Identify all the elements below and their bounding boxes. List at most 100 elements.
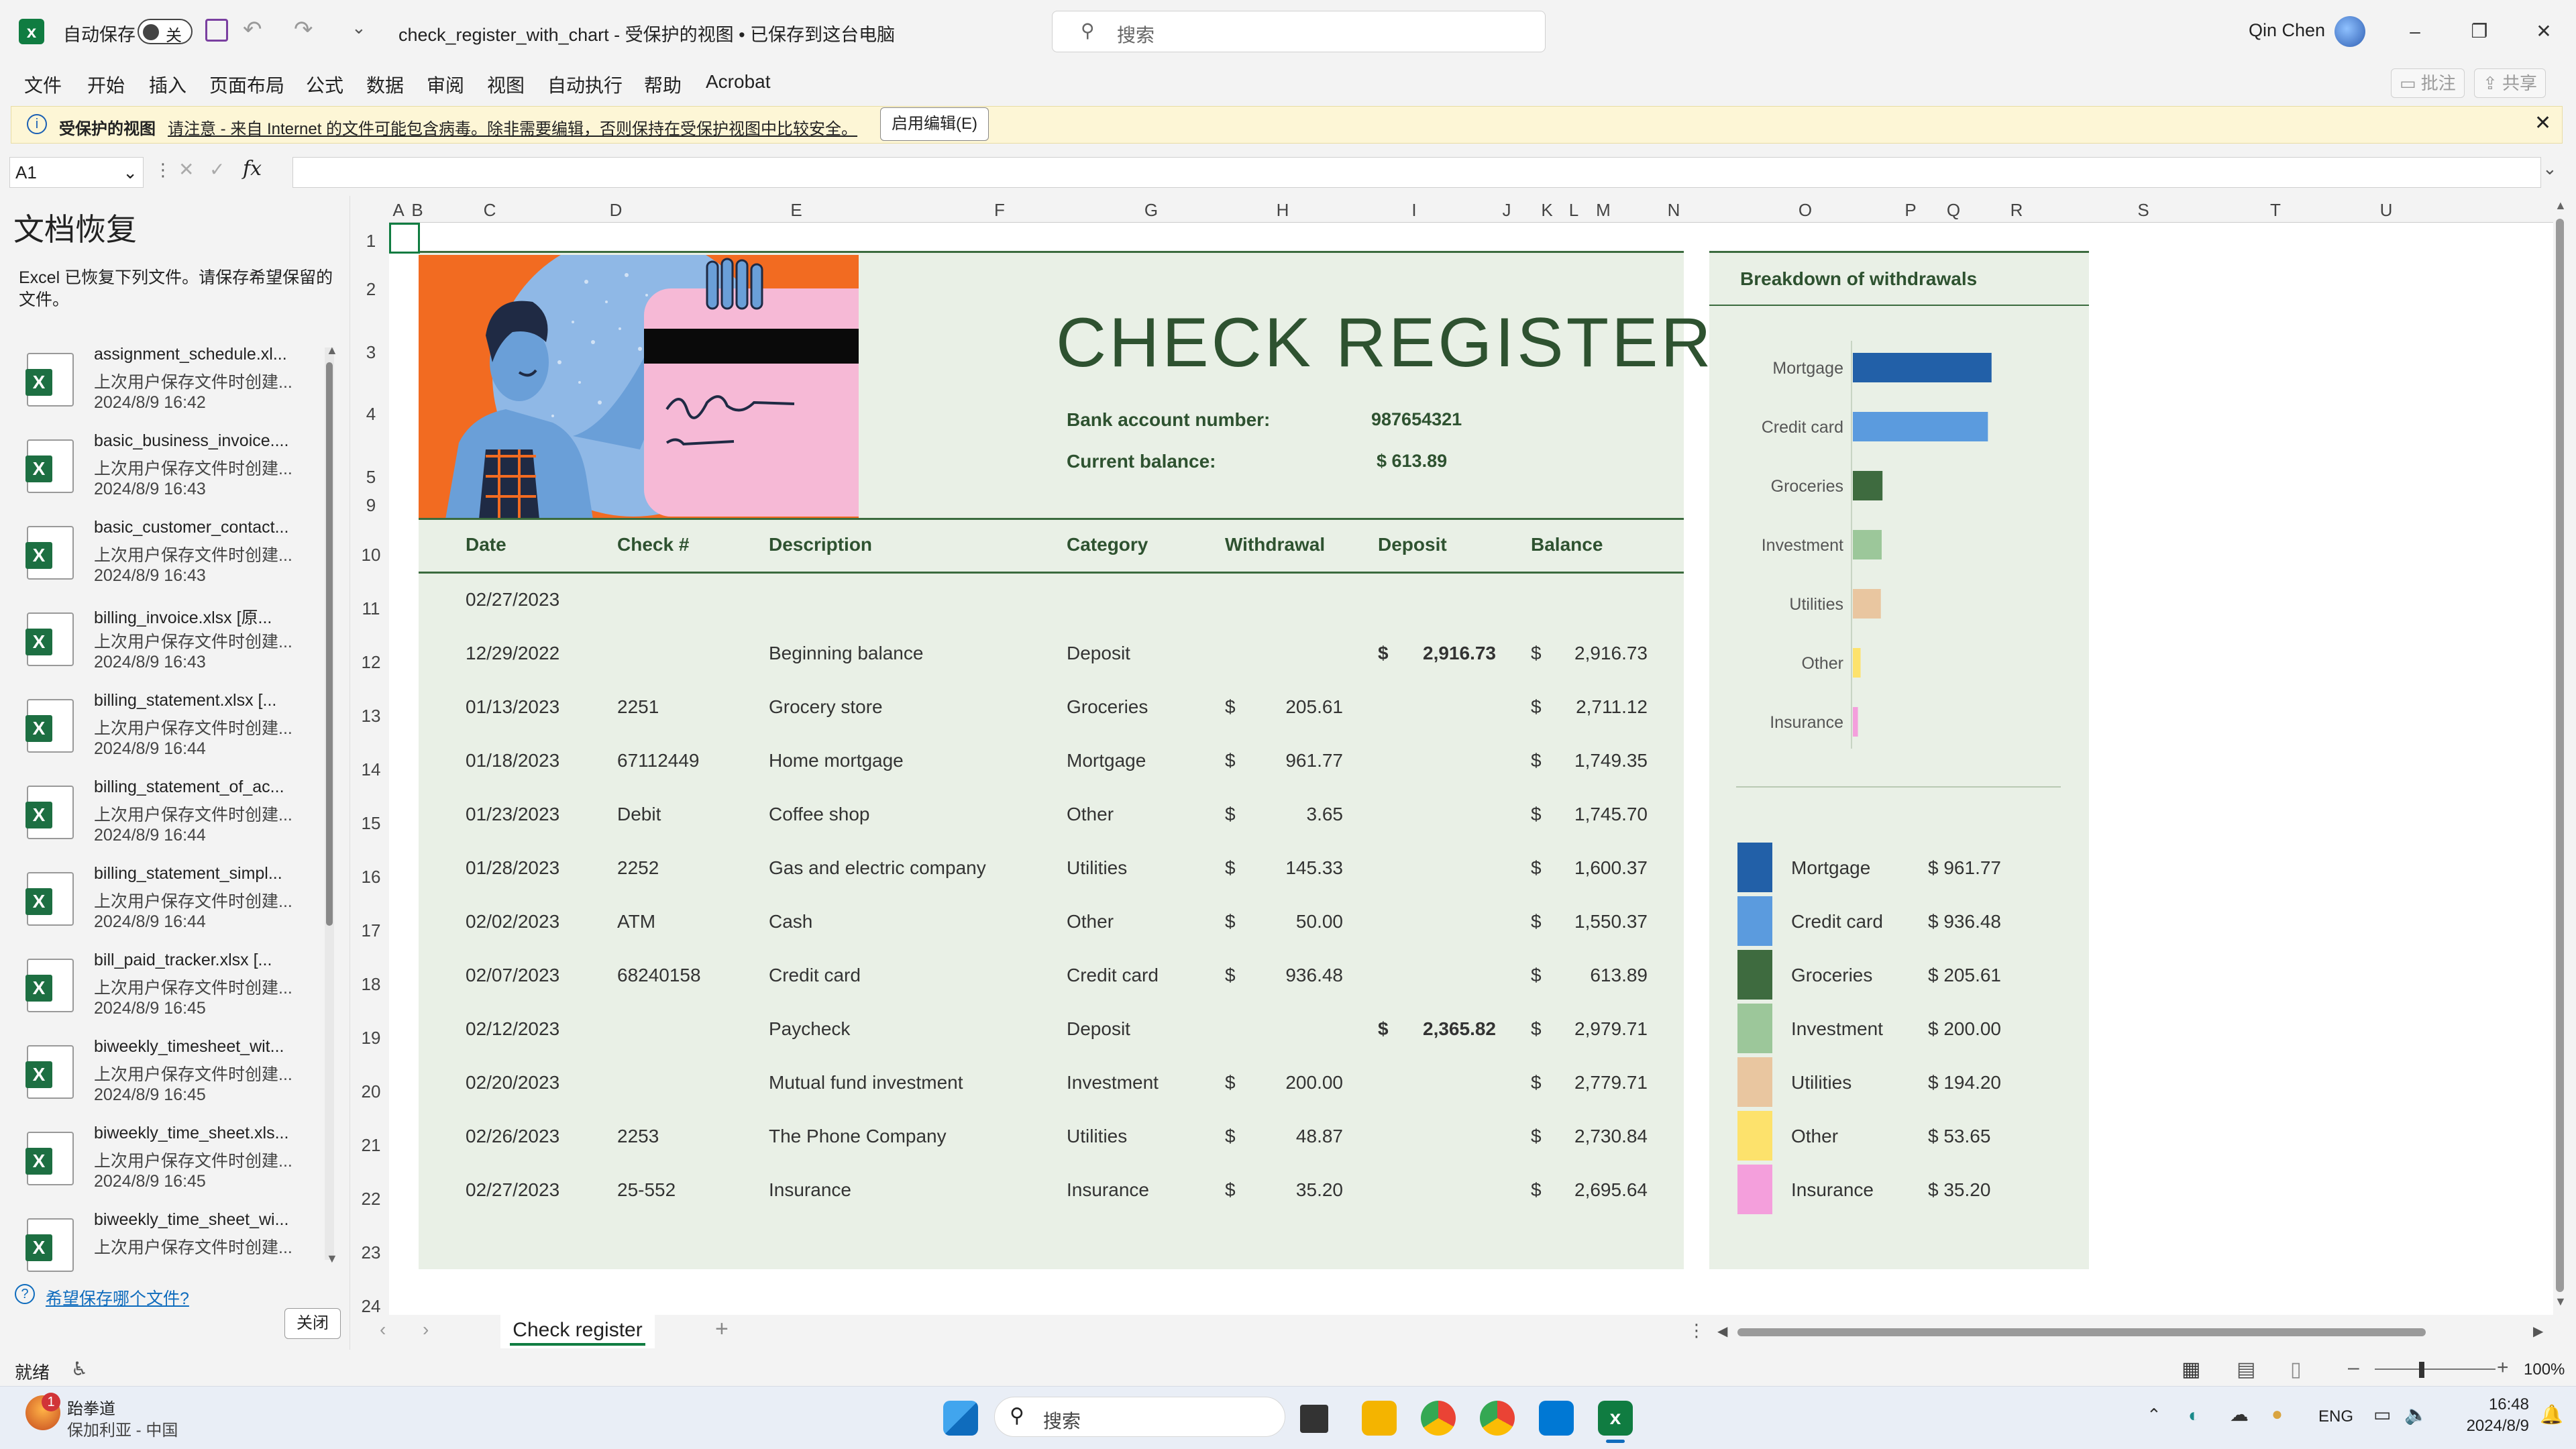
column-header[interactable]: U [2329,197,2443,223]
column-header[interactable]: F [914,197,1085,223]
date-cell[interactable]: 01/28/2023 [466,857,559,879]
vertical-scrollbar-thumb[interactable] [2556,219,2564,1292]
recovery-file-item[interactable]: Xbilling_statement_of_ac... 上次用户保存文件时创建..… [20,775,329,861]
excel-taskbar-icon[interactable]: x [1598,1401,1633,1436]
column-header[interactable]: P [1882,197,1939,223]
description-cell[interactable]: Credit card [769,965,861,986]
more-options-icon[interactable]: ⋮ [1688,1320,1705,1341]
description-cell[interactable]: Mutual fund investment [769,1072,963,1093]
menu-data[interactable]: 数据 [366,71,404,98]
name-box[interactable]: A1 ⌄ [9,157,144,188]
balance-cell[interactable]: 1,745.70 [1500,804,1648,825]
recovery-close-button[interactable]: 关闭 [284,1308,341,1339]
chrome-profile-icon[interactable] [1480,1401,1515,1436]
check-number-cell[interactable]: 67112449 [617,750,700,771]
document-title[interactable]: check_register_with_chart - 受保护的视图 • 已保存… [398,20,895,46]
withdrawal-cell[interactable]: 50.00 [1195,911,1343,932]
row-header[interactable]: 12 [353,652,389,673]
column-header[interactable]: K [1534,197,1560,223]
column-header[interactable]: I [1348,197,1480,223]
date-cell[interactable]: 02/20/2023 [466,1072,559,1093]
column-header[interactable]: O [1728,197,1882,223]
page-layout-view-icon[interactable]: ▤ [2237,1358,2255,1381]
category-cell[interactable]: Investment [1067,1072,1159,1093]
description-cell[interactable]: Paycheck [769,1018,850,1040]
row-header[interactable]: 20 [353,1081,389,1102]
check-number-cell[interactable]: 25-552 [617,1179,676,1201]
recovery-file-item[interactable]: Xbiweekly_time_sheet.xls... 上次用户保存文件时创建..… [20,1121,329,1207]
task-view-icon[interactable] [1300,1405,1328,1433]
row-header[interactable]: 24 [353,1296,389,1317]
weather-title[interactable]: 跆拳道 [67,1395,115,1419]
column-header[interactable]: A [389,197,408,223]
chrome-icon[interactable] [1421,1401,1456,1436]
menu-view[interactable]: 视图 [487,71,525,98]
select-all-corner[interactable] [353,197,389,223]
withdrawal-cell[interactable]: 48.87 [1195,1126,1343,1147]
scroll-up-arrow-icon[interactable]: ▲ [2555,199,2567,213]
withdrawal-cell[interactable]: 3.65 [1195,804,1344,825]
user-name[interactable]: Qin Chen [2249,20,2325,41]
withdrawal-cell[interactable]: 961.77 [1195,750,1343,771]
column-header[interactable]: B [408,197,427,223]
recovery-file-item[interactable]: Xbasic_customer_contact... 上次用户保存文件时创建...… [20,515,329,601]
more-icon[interactable]: ⋮ [154,160,172,180]
description-cell[interactable]: Cash [769,911,812,932]
menu-automate[interactable]: 自动执行 [547,71,623,98]
column-header[interactable]: M [1587,197,1619,223]
description-cell[interactable]: Home mortgage [769,750,904,771]
deposit-cell[interactable]: 2,916.73 [1348,643,1496,664]
menu-page-layout[interactable]: 页面布局 [209,71,284,98]
chart-bar[interactable] [1853,530,1882,559]
autosave-toggle[interactable]: 关 [138,19,193,45]
category-cell[interactable]: Insurance [1067,1179,1149,1201]
comments-button[interactable]: ▭ 批注 [2391,68,2465,98]
check-number-cell[interactable]: 2252 [617,857,659,879]
check-number-cell[interactable]: 2251 [617,696,659,718]
menu-insert[interactable]: 插入 [149,71,186,98]
recovery-file-item[interactable]: Xassignment_schedule.xl... 上次用户保存文件时创建...… [20,342,329,428]
tray-app-icon[interactable]: ● [2271,1403,2283,1425]
column-header[interactable]: L [1560,197,1587,223]
category-cell[interactable]: Utilities [1067,1126,1127,1147]
restore-icon[interactable]: ❐ [2459,15,2500,48]
formula-input[interactable] [292,157,2541,188]
category-cell[interactable]: Credit card [1067,965,1159,986]
recovery-file-item[interactable]: Xbilling_statement_simpl... 上次用户保存文件时创建..… [20,861,329,947]
save-icon[interactable] [205,19,228,42]
row-header[interactable]: 21 [353,1135,389,1156]
column-header[interactable]: G [1085,197,1217,223]
protected-view-message[interactable]: 请注意 - 来自 Internet 的文件可能包含病毒。除非需要编辑，否则保持在… [168,115,857,139]
withdrawals-bar-chart[interactable]: Mortgage Credit card Groceries Investment Ut… [1709,306,2089,789]
withdrawal-cell[interactable]: 145.33 [1195,857,1343,879]
menu-formulas[interactable]: 公式 [306,71,343,98]
windows-start-icon[interactable] [943,1401,978,1436]
row-header[interactable]: 22 [353,1189,389,1210]
redo-icon[interactable]: ↷ [294,16,313,43]
balance-cell[interactable]: 2,695.64 [1500,1179,1648,1201]
row-header[interactable]: 13 [353,706,389,727]
insert-function-icon[interactable]: fx [243,157,262,180]
recovery-scrollbar-thumb[interactable] [326,362,333,926]
scroll-down-arrow-icon[interactable]: ▼ [2555,1295,2567,1309]
row-header[interactable]: 3 [353,342,389,363]
balance-cell[interactable]: 2,730.84 [1500,1126,1648,1147]
withdrawal-cell[interactable]: 936.48 [1195,965,1343,986]
date-cell[interactable]: 02/07/2023 [466,965,559,986]
description-cell[interactable]: Insurance [769,1179,851,1201]
description-cell[interactable]: Grocery store [769,696,883,718]
minimize-icon[interactable]: – [2395,15,2435,48]
description-cell[interactable]: Coffee shop [769,804,870,825]
menu-review[interactable]: 审阅 [427,71,464,98]
balance-cell[interactable]: 2,916.73 [1500,643,1648,664]
row-header[interactable]: 14 [353,759,389,780]
zoom-in-icon[interactable]: + [2497,1356,2509,1379]
share-button[interactable]: ⇪ 共享 [2474,68,2546,98]
volume-icon[interactable]: 🔈 [2404,1403,2428,1426]
input-language[interactable]: ENG [2318,1407,2353,1426]
notifications-bell-icon[interactable]: 🔔 [2540,1403,2563,1426]
check-number-cell[interactable]: 2253 [617,1126,659,1147]
description-cell[interactable]: Beginning balance [769,643,923,664]
chart-bar[interactable] [1853,707,1858,737]
row-header[interactable]: 2 [353,279,389,300]
